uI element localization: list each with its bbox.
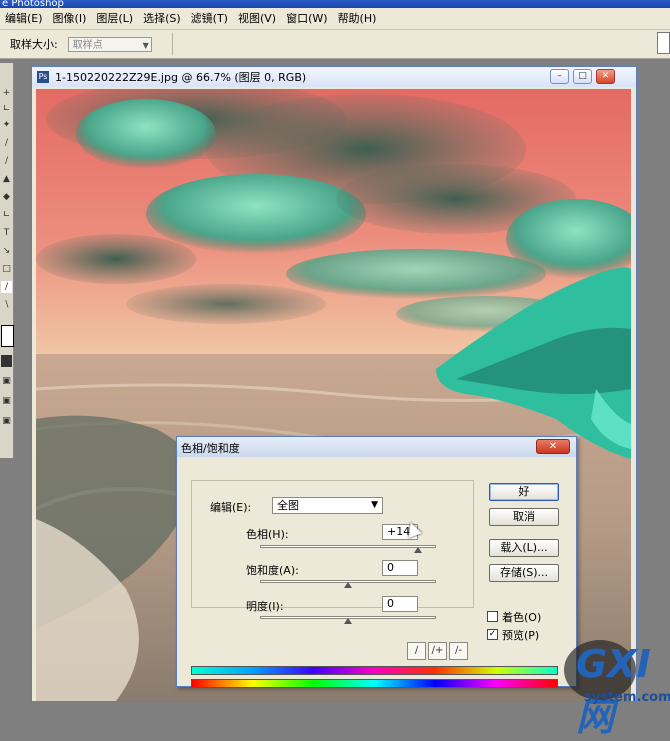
dialog-titlebar[interactable]: 色相/饱和度 ✕ [177,437,576,457]
menu-select[interactable]: 选择(S) [138,8,186,29]
menu-help[interactable]: 帮助(H) [333,8,382,29]
minimize-button[interactable]: – [550,69,569,84]
notes-tool-icon[interactable]: □ [1,263,12,275]
screen-mode-full-icon[interactable]: ▣ [1,395,12,407]
input-color-bar [191,679,558,688]
color-swatch-icon[interactable] [1,325,14,347]
screen-mode-icon[interactable]: ▣ [1,375,12,387]
watermark: GXI网 system.com [564,640,670,739]
dropdown-arrow-icon: ▼ [142,40,149,50]
sample-size-label: 取样大小: [10,38,58,51]
sample-size-select[interactable]: 取样点 ▼ [67,36,152,52]
saturation-value-field[interactable]: 0 [382,560,418,576]
dialog-title: 色相/饱和度 [181,442,240,455]
watermark-domain: system.com [584,690,670,705]
lightness-slider-thumb[interactable] [344,618,352,624]
sample-size-value: 取样点 [72,39,103,51]
eyedropper-tool-icon[interactable]: ∕ [1,281,12,293]
crop-tool-icon[interactable]: ∕ [1,137,12,149]
eraser-tool-icon[interactable]: ◆ [1,191,12,203]
text-tool-icon[interactable]: T [1,227,12,239]
eyedropper-minus-icon[interactable]: ∕- [449,642,468,660]
menu-filter[interactable]: 滤镜(T) [186,8,233,29]
menu-layer[interactable]: 图层(L) [91,8,138,29]
move-tool-icon[interactable]: + [1,87,12,99]
preview-label: 预览(P) [502,629,540,642]
menu-edit[interactable]: 编辑(E) [0,8,48,29]
edit-group: 编辑(E): 全图 ▼ 色相(H): +143 饱和度(A): 0 明度(I):… [191,480,474,624]
adjusted-color-bar [191,666,558,675]
menu-view[interactable]: 视图(V) [233,8,281,29]
maximize-button[interactable]: □ [573,69,592,84]
document-titlebar[interactable]: Ps 1-150220222Z29E.jpg @ 66.7% (图层 0, RG… [32,67,636,87]
colorize-checkbox[interactable] [487,611,498,622]
cancel-button[interactable]: 取消 [489,508,559,526]
colorize-label: 着色(O) [502,611,542,624]
wand-tool-icon[interactable]: ✦ [1,119,12,131]
lightness-label: 明度(I): [246,600,284,613]
stamp-tool-icon[interactable]: ▲ [1,173,12,185]
menu-window[interactable]: 窗口(W) [281,8,332,29]
imageready-icon[interactable]: ▣ [1,415,12,427]
hue-label: 色相(H): [246,528,289,541]
hue-saturation-dialog: 色相/饱和度 ✕ 编辑(E): 全图 ▼ 色相(H): +143 饱和度(A):… [176,436,577,688]
menu-image[interactable]: 图像(I) [48,8,92,29]
eyedropper-icon[interactable]: ∕ [407,642,426,660]
hue-slider-track[interactable] [260,545,436,548]
eyedropper-plus-icon[interactable]: ∕+ [428,642,447,660]
brush-tool-icon[interactable]: ∕ [1,155,12,167]
lasso-tool-icon[interactable]: ∟ [1,103,12,115]
document-title: 1-150220222Z29E.jpg @ 66.7% (图层 0, RGB) [55,71,307,84]
hue-slider-thumb[interactable] [413,547,422,553]
photoshop-doc-icon: Ps [37,71,49,83]
edit-label: 编辑(E): [210,501,252,514]
toolbox: + ∟ ✦ ∕ ∕ ▲ ◆ ∟ T ↘ □ ∕ ∖ ▣ ▣ ▣ [0,63,14,458]
save-button[interactable]: 存储(S)... [489,564,559,582]
ok-button[interactable]: 好 [489,483,559,501]
dialog-body: 编辑(E): 全图 ▼ 色相(H): +143 饱和度(A): 0 明度(I):… [177,457,576,688]
palette-well-button[interactable] [657,32,670,54]
path-select-tool-icon[interactable]: ↘ [1,245,12,257]
saturation-label: 饱和度(A): [246,564,299,577]
zoom-tool-icon[interactable]: ∖ [1,299,12,311]
edit-range-value: 全图 [277,499,299,512]
preview-checkbox[interactable]: ✓ [487,629,498,640]
pen-tool-icon[interactable]: ∟ [1,209,12,221]
load-button[interactable]: 载入(L)... [489,539,559,557]
edit-range-select[interactable]: 全图 ▼ [272,497,383,514]
menubar: 编辑(E) 图像(I) 图层(L) 选择(S) 滤镜(T) 视图(V) 窗口(W… [0,8,670,30]
dropdown-arrow-icon: ▼ [371,500,378,510]
lightness-value-field[interactable]: 0 [382,596,418,612]
quickmask-icon[interactable] [1,355,12,367]
options-separator [172,33,173,55]
close-button[interactable]: ✕ [596,69,615,84]
saturation-slider-thumb[interactable] [344,582,352,588]
app-titlebar: e Photoshop [0,0,670,8]
dialog-close-button[interactable]: ✕ [536,439,570,454]
options-bar: 取样大小: 取样点 ▼ [0,30,670,59]
